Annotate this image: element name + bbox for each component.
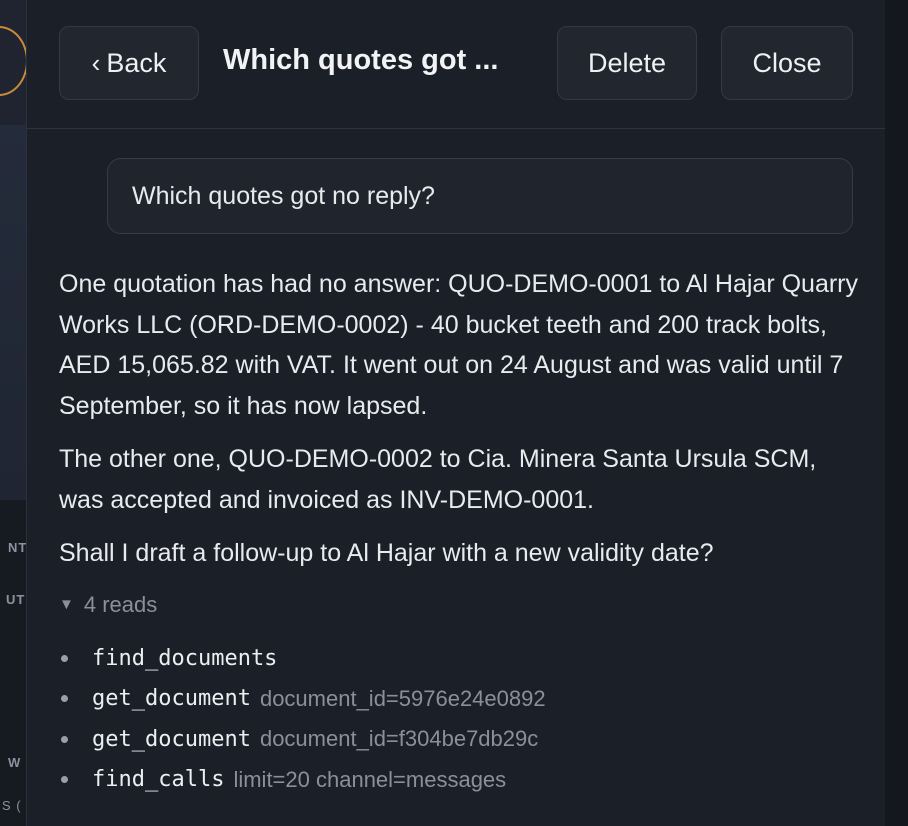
reads-disclosure-toggle[interactable]: ▼ 4 reads <box>59 592 157 618</box>
bullet-icon <box>61 695 68 703</box>
back-button[interactable]: ‹ Back <box>59 26 199 100</box>
answer-paragraph: One quotation has had no answer: QUO-DEM… <box>59 270 858 420</box>
chevron-left-icon: ‹ <box>91 47 101 78</box>
list-item: find_documents <box>59 638 859 679</box>
tool-args: limit=20 channel=messages <box>233 766 507 792</box>
background-text-fragment: NT <box>8 540 26 555</box>
page-title: Which quotes got ... <box>223 44 499 76</box>
assistant-answer: One quotation has had no answer: QUO-DEM… <box>59 264 859 587</box>
tool-name: get_document <box>92 686 251 712</box>
tool-name: find_calls <box>92 767 225 793</box>
conversation-panel: ‹ Back Which quotes got ... Delete Close… <box>26 0 886 826</box>
bullet-icon <box>61 735 68 743</box>
reads-label: 4 reads <box>83 592 158 617</box>
close-button[interactable]: Close <box>721 26 853 100</box>
back-button-label: Back <box>106 47 167 78</box>
panel-header: ‹ Back Which quotes got ... Delete Close <box>27 0 885 129</box>
user-question-bubble: Which quotes got no reply? <box>107 158 853 234</box>
background-text-fragment: S ( <box>2 798 22 813</box>
answer-paragraph: The other one, QUO-DEMO-0002 to Cia. Min… <box>59 445 817 514</box>
tool-name: find_documents <box>92 645 278 671</box>
background-app: NT UT W S ( <box>0 0 26 826</box>
user-question-text: Which quotes got no reply? <box>132 181 435 210</box>
background-card <box>0 125 26 500</box>
list-item: get_document document_id=f304be7db29c <box>59 719 859 760</box>
answer-paragraph: Shall I draft a follow-up to Al Hajar wi… <box>59 539 714 567</box>
bullet-icon <box>61 776 68 784</box>
tool-name: get_document <box>92 726 251 752</box>
background-text-fragment: W <box>8 755 22 770</box>
tool-args: document_id=5976e24e0892 <box>259 685 546 711</box>
delete-button[interactable]: Delete <box>557 26 697 100</box>
window-edge <box>885 0 908 826</box>
triangle-down-icon: ▼ <box>59 595 74 613</box>
bullet-icon <box>61 654 68 662</box>
list-item: get_document document_id=5976e24e0892 <box>59 679 859 720</box>
tool-args: document_id=f304be7db29c <box>259 726 539 752</box>
tool-call-list: find_documents get_document document_id=… <box>59 638 859 800</box>
background-text-fragment: UT <box>6 592 26 607</box>
list-item: find_calls limit=20 channel=messages <box>59 760 859 801</box>
